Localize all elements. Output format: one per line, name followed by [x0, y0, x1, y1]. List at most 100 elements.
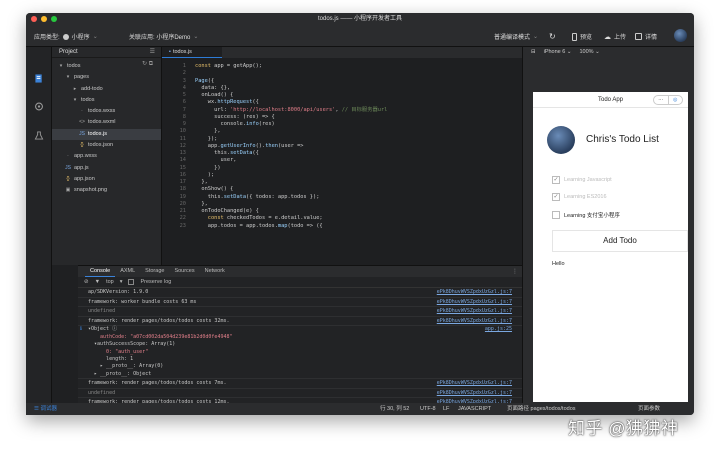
code-line[interactable]: 2	[162, 70, 522, 77]
code-line[interactable]: 13 this.setData({	[162, 150, 522, 157]
tree-item-todos[interactable]: ▾ todos	[52, 95, 161, 106]
line-content: this.setData({ todos: app.todos });	[195, 193, 320, 200]
checked-checkbox-icon[interactable]: ✓	[552, 176, 560, 184]
preview-button[interactable]: 预览	[572, 32, 592, 41]
tab-storage[interactable]: Storage	[140, 266, 169, 277]
tab-sources[interactable]: Sources	[169, 266, 199, 277]
line-content: onLoad() {	[195, 92, 234, 98]
object-line[interactable]: ℹ ▾Object ⓘ app.js:25	[80, 326, 522, 333]
app-type-select[interactable]: 小程序	[72, 32, 90, 41]
code-line[interactable]: 1 const app = getApp();	[162, 63, 522, 70]
filter-icon[interactable]: ▼	[95, 279, 100, 285]
code-line[interactable]: 7 url: 'http://localhost:8000/api/users'…	[162, 107, 522, 114]
code-line[interactable]: 5 onLoad() {	[162, 92, 522, 99]
log-source-link[interactable]: ePk8DhuvWVSZpdxUzGzl.js:7	[437, 389, 512, 399]
close-miniprogram-icon[interactable]: ◎	[667, 96, 683, 104]
code-line[interactable]: 8 success: (res) => {	[162, 114, 522, 121]
code-line[interactable]: 6 wx.httpRequest({	[162, 99, 522, 106]
app-type-group: 应用类型: 小程序 ⌄	[34, 32, 98, 41]
refresh-tree-icon[interactable]: ↻ ⧉	[142, 60, 153, 68]
clear-console-icon[interactable]: ⊘	[84, 279, 89, 285]
tree-item-todos-json[interactable]: {} todos.json	[52, 140, 161, 151]
code-line[interactable]: 21 onTodoChanged(e) {	[162, 208, 522, 215]
code-line[interactable]: 19 this.setData({ todos: app.todos });	[162, 194, 522, 201]
code-lines[interactable]: 1 const app = getApp(); 2 3 Page({4 data: {}…	[162, 63, 522, 230]
test-flask-icon[interactable]	[34, 131, 44, 140]
todo-item[interactable]: Learning 支付宝小程序	[552, 211, 620, 219]
console-object-output[interactable]: ℹ ▾Object ⓘ app.js:25 authCode: "a07cd002d…	[78, 326, 522, 380]
log-source-link[interactable]: ePk8DhuvWVSZpdxUzGzl.js:7	[437, 317, 512, 327]
code-line[interactable]: 9 console.info(res)	[162, 121, 522, 128]
object-line[interactable]: ▸ __proto__: Array(0)	[88, 363, 522, 370]
collapse-icon[interactable]: ☰	[150, 47, 155, 58]
tab-console[interactable]: Console	[85, 266, 116, 277]
tab-axml[interactable]: AXML	[115, 266, 140, 277]
close-window-button[interactable]	[31, 16, 37, 22]
todo-item[interactable]: ✓ Learning ES2016	[552, 193, 607, 201]
log-source-link[interactable]: ePk8DhuvWVSZpdxUzGzl.js:7	[437, 307, 512, 317]
tree-item-app-wxss[interactable]: · app.wxss	[52, 151, 161, 162]
files-icon[interactable]	[34, 74, 44, 83]
zoom-select[interactable]: 100% ⌄	[579, 47, 599, 58]
debug-toggle[interactable]: ☰ 调试器	[34, 403, 57, 415]
tree-item-pages[interactable]: ▾ pages	[52, 72, 161, 83]
log-source-link[interactable]: ePk8DhuvWVSZpdxUzGzl.js:7	[437, 288, 512, 298]
detail-button[interactable]: 详情	[635, 32, 657, 41]
capsule-button[interactable]: ··· ◎	[653, 95, 683, 105]
code-editor[interactable]: ▪ todos.js 1 const app = getApp(); 2 3 Page({…	[162, 47, 522, 265]
code-line[interactable]: 4 data: {},	[162, 85, 522, 92]
refresh-button[interactable]: ↻	[549, 32, 556, 41]
add-todo-button[interactable]: Add Todo	[552, 230, 688, 252]
console-log-row: ap/SDKVersion: 1.9.0 ePk8DhuvWVSZpdxUzGzl…	[78, 288, 522, 298]
debug-icon[interactable]	[34, 102, 44, 111]
tree-item-app-js[interactable]: JS app.js	[52, 163, 161, 174]
linked-app-select[interactable]: 关联应用: 小程序Demo ⌄	[129, 32, 198, 41]
minimize-window-button[interactable]	[41, 16, 47, 22]
more-options-icon[interactable]: ⋮	[512, 268, 518, 275]
user-avatar[interactable]	[674, 29, 687, 42]
console-log-row: undefined ePk8DhuvWVSZpdxUzGzl.js:7	[78, 307, 522, 317]
code-line[interactable]: 14 user,	[162, 157, 522, 164]
more-icon[interactable]: ···	[654, 96, 668, 104]
tree-item-app-json[interactable]: {} app.json	[52, 174, 161, 185]
object-line[interactable]: ▾authSuccessScope: Array(1)	[88, 341, 522, 348]
checkbox-icon[interactable]	[552, 211, 560, 219]
code-line[interactable]: 10 },	[162, 128, 522, 135]
log-text: framework: render pages/todos/todos cost…	[88, 380, 227, 387]
context-select[interactable]: top	[106, 279, 114, 285]
encoding[interactable]: UTF-8	[420, 403, 436, 415]
line-content: wx.httpRequest({	[195, 99, 259, 106]
line-ending[interactable]: LF	[443, 403, 449, 415]
language-mode[interactable]: JAVASCRIPT	[458, 403, 491, 415]
tree-item-add-todo[interactable]: ▸ add-todo	[52, 84, 161, 95]
todo-item[interactable]: ✓ Learning Javascript	[552, 176, 612, 184]
code-line[interactable]: 3 Page({	[162, 78, 522, 85]
object-source-link[interactable]: app.js:25	[485, 326, 512, 333]
tree-item-todos-wxss[interactable]: · todos.wxss	[52, 106, 161, 117]
tab-network[interactable]: Network	[200, 266, 230, 277]
code-line[interactable]: 12 app.getUserInfo().then(user =>	[162, 143, 522, 150]
tree-item-snapshot-png[interactable]: ▣ snapshot.png	[52, 185, 161, 196]
code-line[interactable]: 17 },	[162, 179, 522, 186]
code-line[interactable]: 22 const checkedTodos = e.detail.value;	[162, 215, 522, 222]
device-select[interactable]: iPhone 6 ⌄	[544, 47, 572, 58]
code-line[interactable]: 11 });	[162, 136, 522, 143]
code-line[interactable]: 20 },	[162, 201, 522, 208]
cursor-position[interactable]: 行 30, 列 52	[380, 403, 409, 415]
checked-checkbox-icon[interactable]: ✓	[552, 193, 560, 201]
code-line[interactable]: 15 })	[162, 165, 522, 172]
code-line[interactable]: 18 onShow() {	[162, 186, 522, 193]
code-line[interactable]: 23 app.todos = app.todos.map(todo => ({	[162, 223, 522, 230]
preserve-log-checkbox[interactable]	[128, 279, 135, 285]
upload-button[interactable]: ☁ 上传	[604, 32, 626, 42]
tree-item-todos-wxml[interactable]: <> todos.wxml	[52, 117, 161, 128]
layout-icon[interactable]: ⊟	[531, 47, 536, 58]
zoom-window-button[interactable]	[51, 16, 57, 22]
log-source-link[interactable]: ePk8DhuvWVSZpdxUzGzl.js:7	[437, 298, 512, 308]
tree-item-todos-js[interactable]: JS todos.js	[52, 128, 161, 141]
code-line[interactable]: 16 );	[162, 172, 522, 179]
tab-todos-js[interactable]: ▪ todos.js	[162, 47, 222, 58]
compile-mode-select[interactable]: 普通编译模式 ⌄	[494, 32, 538, 41]
log-source-link[interactable]: ePk8DhuvWVSZpdxUzGzl.js:7	[437, 379, 512, 389]
object-line[interactable]: ▸ __proto__: Object	[88, 371, 522, 378]
